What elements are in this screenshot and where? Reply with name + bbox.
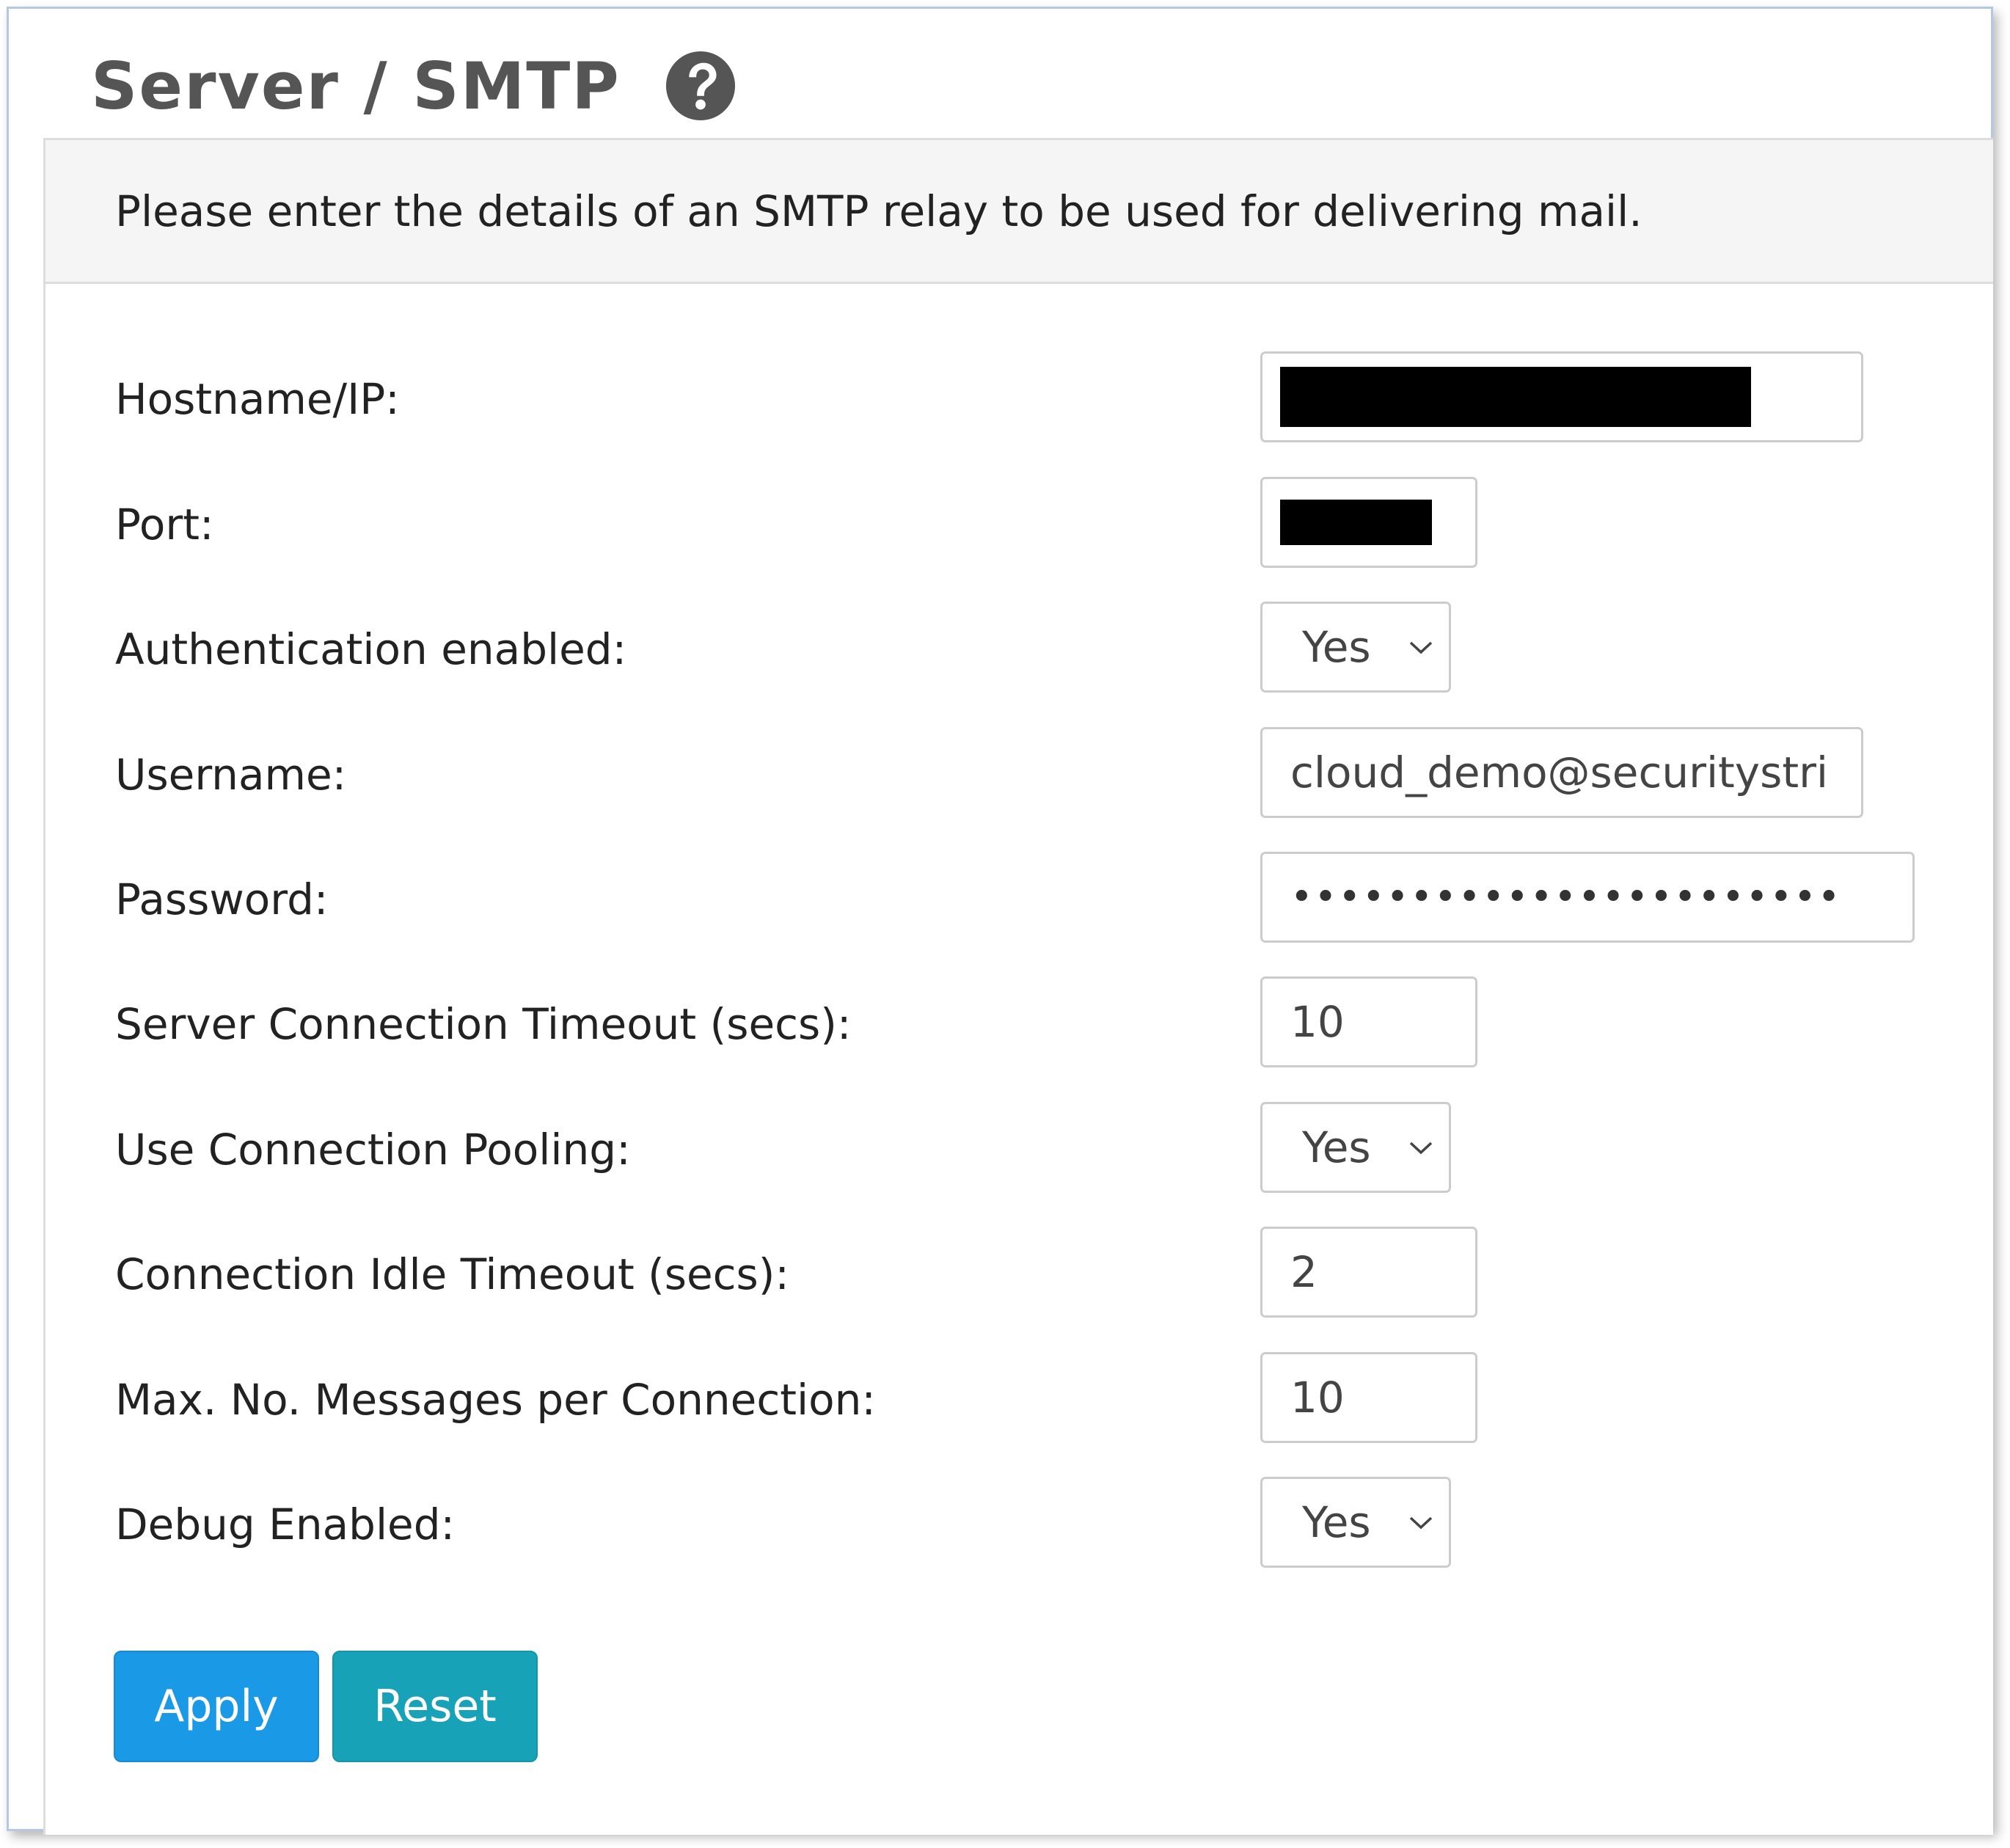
help-icon[interactable] — [665, 50, 737, 122]
panel-heading: Please enter the details of an SMTP rela… — [45, 140, 1993, 284]
auth-enabled-row: Authentication enabled: Yes — [115, 602, 1949, 697]
server-timeout-input[interactable]: 10 — [1260, 976, 1477, 1067]
debug-enabled-label: Debug Enabled: — [115, 1500, 456, 1549]
page-title: Server / SMTP — [91, 48, 621, 124]
connection-pooling-label: Use Connection Pooling: — [115, 1125, 631, 1175]
idle-timeout-value: 2 — [1290, 1247, 1318, 1297]
max-messages-input[interactable]: 10 — [1260, 1352, 1477, 1443]
password-row: Password: ••••••••••••••••••••••• — [115, 852, 1949, 947]
window-frame: Server / SMTP Please enter the details o… — [7, 7, 1993, 1835]
password-input[interactable]: ••••••••••••••••••••••• — [1260, 852, 1915, 943]
debug-enabled-select[interactable]: Yes — [1260, 1477, 1451, 1568]
smtp-settings-panel: Please enter the details of an SMTP rela… — [43, 138, 1993, 1835]
auth-enabled-select[interactable]: Yes — [1260, 602, 1451, 693]
server-timeout-value: 10 — [1290, 997, 1345, 1047]
username-row: Username: cloud_demo@securitystri — [115, 727, 1949, 822]
idle-timeout-label: Connection Idle Timeout (secs): — [115, 1249, 789, 1299]
redacted-value — [1280, 500, 1432, 545]
hostname-input[interactable] — [1260, 351, 1863, 442]
idle-timeout-row: Connection Idle Timeout (secs): 2 — [115, 1227, 1949, 1322]
chevron-down-icon — [1409, 641, 1433, 654]
connection-pooling-value: Yes — [1302, 1122, 1371, 1172]
max-messages-row: Max. No. Messages per Connection: 10 — [115, 1352, 1949, 1447]
max-messages-label: Max. No. Messages per Connection: — [115, 1375, 876, 1425]
port-input[interactable] — [1260, 477, 1477, 568]
idle-timeout-input[interactable]: 2 — [1260, 1227, 1477, 1318]
server-timeout-row: Server Connection Timeout (secs): 10 — [115, 976, 1949, 1072]
chevron-down-icon — [1409, 1516, 1433, 1530]
reset-button[interactable]: Reset — [332, 1651, 538, 1762]
connection-pooling-select[interactable]: Yes — [1260, 1102, 1451, 1193]
auth-enabled-value: Yes — [1302, 622, 1371, 672]
auth-enabled-label: Authentication enabled: — [115, 624, 627, 674]
hostname-row: Hostname/IP: — [115, 351, 1949, 447]
apply-button[interactable]: Apply — [114, 1651, 319, 1762]
server-timeout-label: Server Connection Timeout (secs): — [115, 999, 852, 1049]
username-input[interactable]: cloud_demo@securitystri — [1260, 727, 1863, 818]
connection-pooling-row: Use Connection Pooling: Yes — [115, 1102, 1949, 1197]
password-label: Password: — [115, 874, 329, 924]
username-label: Username: — [115, 750, 347, 800]
password-masked-value: ••••••••••••••••••••••• — [1290, 875, 1842, 919]
max-messages-value: 10 — [1290, 1373, 1345, 1422]
chevron-down-icon — [1409, 1142, 1433, 1155]
username-value: cloud_demo@securitystri — [1290, 748, 1829, 797]
debug-enabled-value: Yes — [1302, 1497, 1371, 1547]
redacted-value — [1280, 367, 1751, 427]
panel-heading-text: Please enter the details of an SMTP rela… — [115, 186, 1642, 236]
hostname-label: Hostname/IP: — [115, 374, 400, 424]
title-row: Server / SMTP — [91, 38, 737, 134]
port-label: Port: — [115, 500, 214, 549]
debug-enabled-row: Debug Enabled: Yes — [115, 1477, 1949, 1572]
port-row: Port: — [115, 477, 1949, 572]
